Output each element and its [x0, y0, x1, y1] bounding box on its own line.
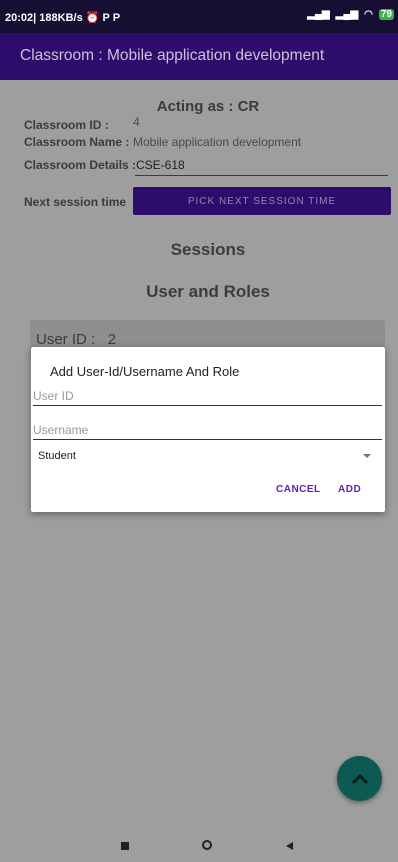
chevron-down-icon[interactable] — [363, 454, 371, 458]
classroom-details-underline — [135, 175, 388, 176]
system-nav-bar — [0, 828, 398, 862]
user-roles-heading: User and Roles — [146, 282, 270, 301]
next-session-label: Next session time — [24, 195, 127, 209]
pick-next-session-button[interactable]: PICK NEXT SESSION TIME — [133, 187, 391, 215]
add-user-dialog: Add User-Id/Username And Role User ID Us… — [31, 347, 385, 512]
wifi-icon: ◠ — [364, 9, 373, 20]
acting-as-label: Acting as : CR — [156, 98, 260, 115]
status-net-speed: | 188KB/s — [33, 12, 83, 24]
battery-icon: 79 — [378, 9, 394, 20]
sessions-heading: Sessions — [170, 240, 246, 259]
cancel-button[interactable]: CANCEL — [276, 484, 321, 495]
status-bar: 20:02| 188KB/s ⏰ P P ▂▄▆ ▂▄▆ ◠ 79 — [0, 0, 398, 33]
classroom-id-value: 4 — [133, 115, 140, 129]
classroom-id-label: Classroom ID : — [24, 118, 109, 132]
add-button[interactable]: ADD — [338, 484, 361, 495]
status-time: 20:02| 188KB/s ⏰ P P — [5, 11, 120, 24]
status-indicators: ▂▄▆ ▂▄▆ ◠ 79 — [307, 9, 394, 20]
signal-icon-2: ▂▄▆ — [335, 9, 359, 20]
classroom-name-label: Classroom Name : — [24, 135, 130, 149]
alarm-icon: ⏰ — [85, 12, 100, 24]
back-icon[interactable] — [286, 842, 293, 850]
signal-icon: ▂▄▆ — [307, 9, 330, 20]
role-select[interactable]: Student — [38, 450, 76, 462]
status-time-text: 20:02 — [5, 12, 34, 24]
notification-p-icon: P P — [102, 12, 121, 24]
username-input[interactable]: Username — [33, 423, 382, 440]
chevron-up-icon — [351, 773, 368, 784]
scroll-up-fab[interactable] — [337, 756, 382, 801]
classroom-details-label: Classroom Details : — [24, 158, 137, 172]
user-id-input[interactable]: User ID — [33, 389, 382, 406]
classroom-name-value: Mobile application development — [133, 135, 302, 149]
user-id-label: User ID : 2 — [36, 331, 116, 348]
app-bar: Classroom : Mobile application developme… — [0, 33, 398, 80]
user-id-value: 2 — [107, 331, 117, 348]
home-icon[interactable] — [202, 840, 212, 850]
dialog-title: Add User-Id/Username And Role — [50, 364, 240, 379]
recents-icon[interactable] — [121, 842, 129, 850]
app-bar-title: Classroom : Mobile application developme… — [20, 47, 325, 64]
user-id-label-text: User ID : — [36, 331, 96, 348]
classroom-details-field[interactable]: CSE-618 — [136, 158, 185, 172]
